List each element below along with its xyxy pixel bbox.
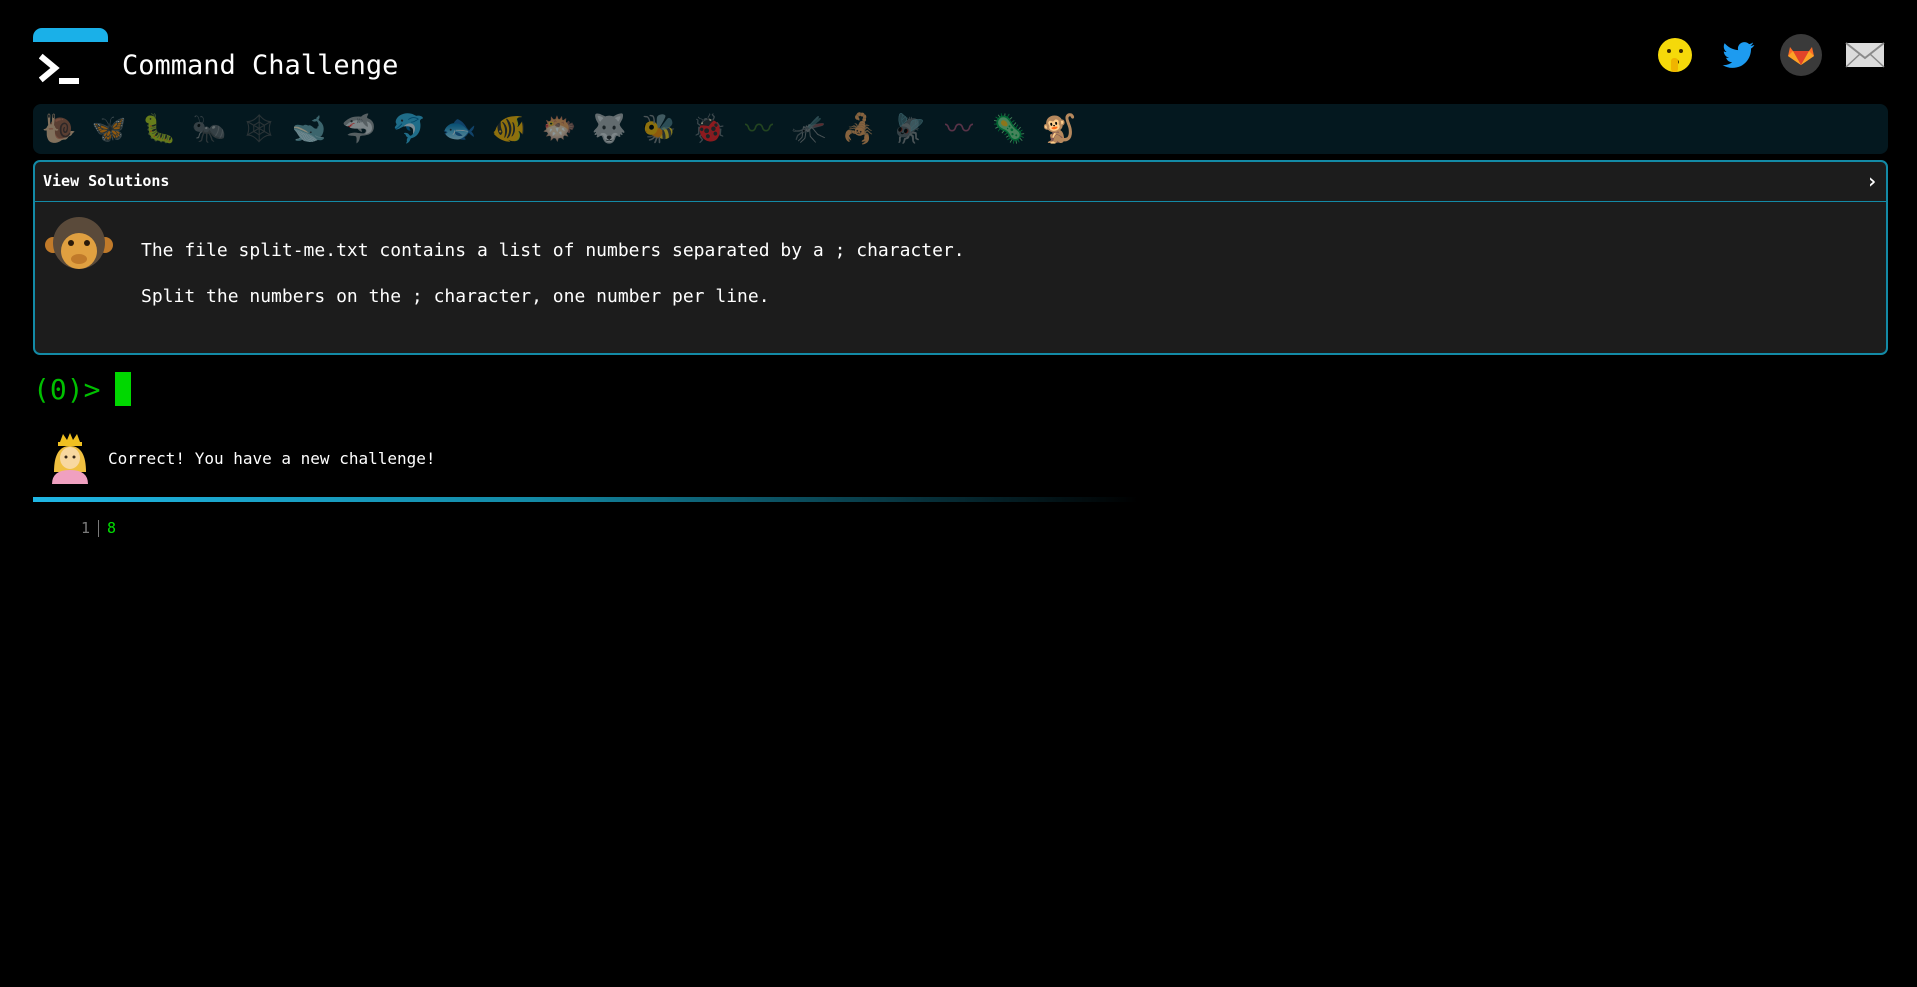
challenge-card: View Solutions › The file split-me.txt c…: [33, 160, 1888, 355]
challenge-ant-icon[interactable]: 🐜: [190, 112, 228, 146]
challenge-wolf-icon[interactable]: 🐺: [590, 112, 628, 146]
site-title[interactable]: Command Challenge: [122, 50, 398, 82]
view-solutions-button[interactable]: View Solutions: [43, 172, 169, 190]
princess-avatar-icon: [52, 433, 88, 484]
logo-tab: [33, 28, 108, 42]
output-line-value: 8: [107, 519, 117, 537]
challenge-monkey-icon[interactable]: 🐒: [1040, 112, 1078, 146]
terminal-cursor: [115, 372, 131, 406]
challenge-microbe-icon[interactable]: 🦠: [990, 112, 1028, 146]
output-line-number: 1: [80, 519, 90, 537]
challenge-bee-icon[interactable]: 🐝: [640, 112, 678, 146]
divider: [33, 497, 1138, 502]
command-input[interactable]: [115, 373, 1015, 407]
output-line-separator: [98, 520, 99, 537]
gitlab-icon[interactable]: [1780, 34, 1822, 76]
challenge-description-line-2: Split the numbers on the ; character, on…: [141, 286, 770, 307]
challenge-earthworm-icon[interactable]: 〰: [940, 112, 978, 146]
challenge-snail-icon[interactable]: 🐌: [40, 112, 78, 146]
challenge-fish-icon[interactable]: 🐟: [440, 112, 478, 146]
challenge-fly-icon[interactable]: 🪰: [890, 112, 928, 146]
shush-face-icon[interactable]: [1654, 34, 1696, 76]
challenge-tropical-fish-icon[interactable]: 🐠: [490, 112, 528, 146]
challenge-shark-icon[interactable]: 🦈: [340, 112, 378, 146]
view-solutions-bar[interactable]: View Solutions ›: [35, 162, 1886, 202]
challenge-spider-web-icon[interactable]: 🕸: [240, 112, 278, 146]
chevron-right-icon[interactable]: ›: [1866, 169, 1878, 193]
challenge-scorpion-icon[interactable]: 🦂: [840, 112, 878, 146]
prompt-label: (0)>: [33, 373, 101, 406]
terminal-prompt-icon: [39, 53, 79, 84]
challenge-whale-icon[interactable]: 🐋: [290, 112, 328, 146]
twitter-icon[interactable]: [1718, 34, 1760, 76]
challenge-ladybug-icon[interactable]: 🐞: [690, 112, 728, 146]
monkey-avatar-icon: [45, 217, 113, 269]
terminal-logo-icon[interactable]: [33, 28, 108, 92]
challenge-butterfly-icon[interactable]: 🦋: [90, 112, 128, 146]
envelope-icon[interactable]: [1844, 34, 1886, 76]
challenge-caterpillar-icon[interactable]: 🐛: [140, 112, 178, 146]
challenge-blowfish-icon[interactable]: 🐡: [540, 112, 578, 146]
header: Command Challenge: [33, 28, 1888, 98]
challenge-dolphin-icon[interactable]: 🐬: [390, 112, 428, 146]
challenge-worm-icon[interactable]: 〰: [740, 112, 778, 146]
challenge-strip: 🐌 🦋 🐛 🐜 🕸 🐋 🦈 🐬 🐟 🐠 🐡 🐺 🐝 🐞 〰 🦟 🦂 🪰 〰 🦠 🐒: [33, 104, 1888, 154]
challenge-mosquito-icon[interactable]: 🦟: [790, 112, 828, 146]
challenge-description-line-1: The file split-me.txt contains a list of…: [141, 240, 965, 261]
success-message: Correct! You have a new challenge!: [108, 449, 436, 468]
